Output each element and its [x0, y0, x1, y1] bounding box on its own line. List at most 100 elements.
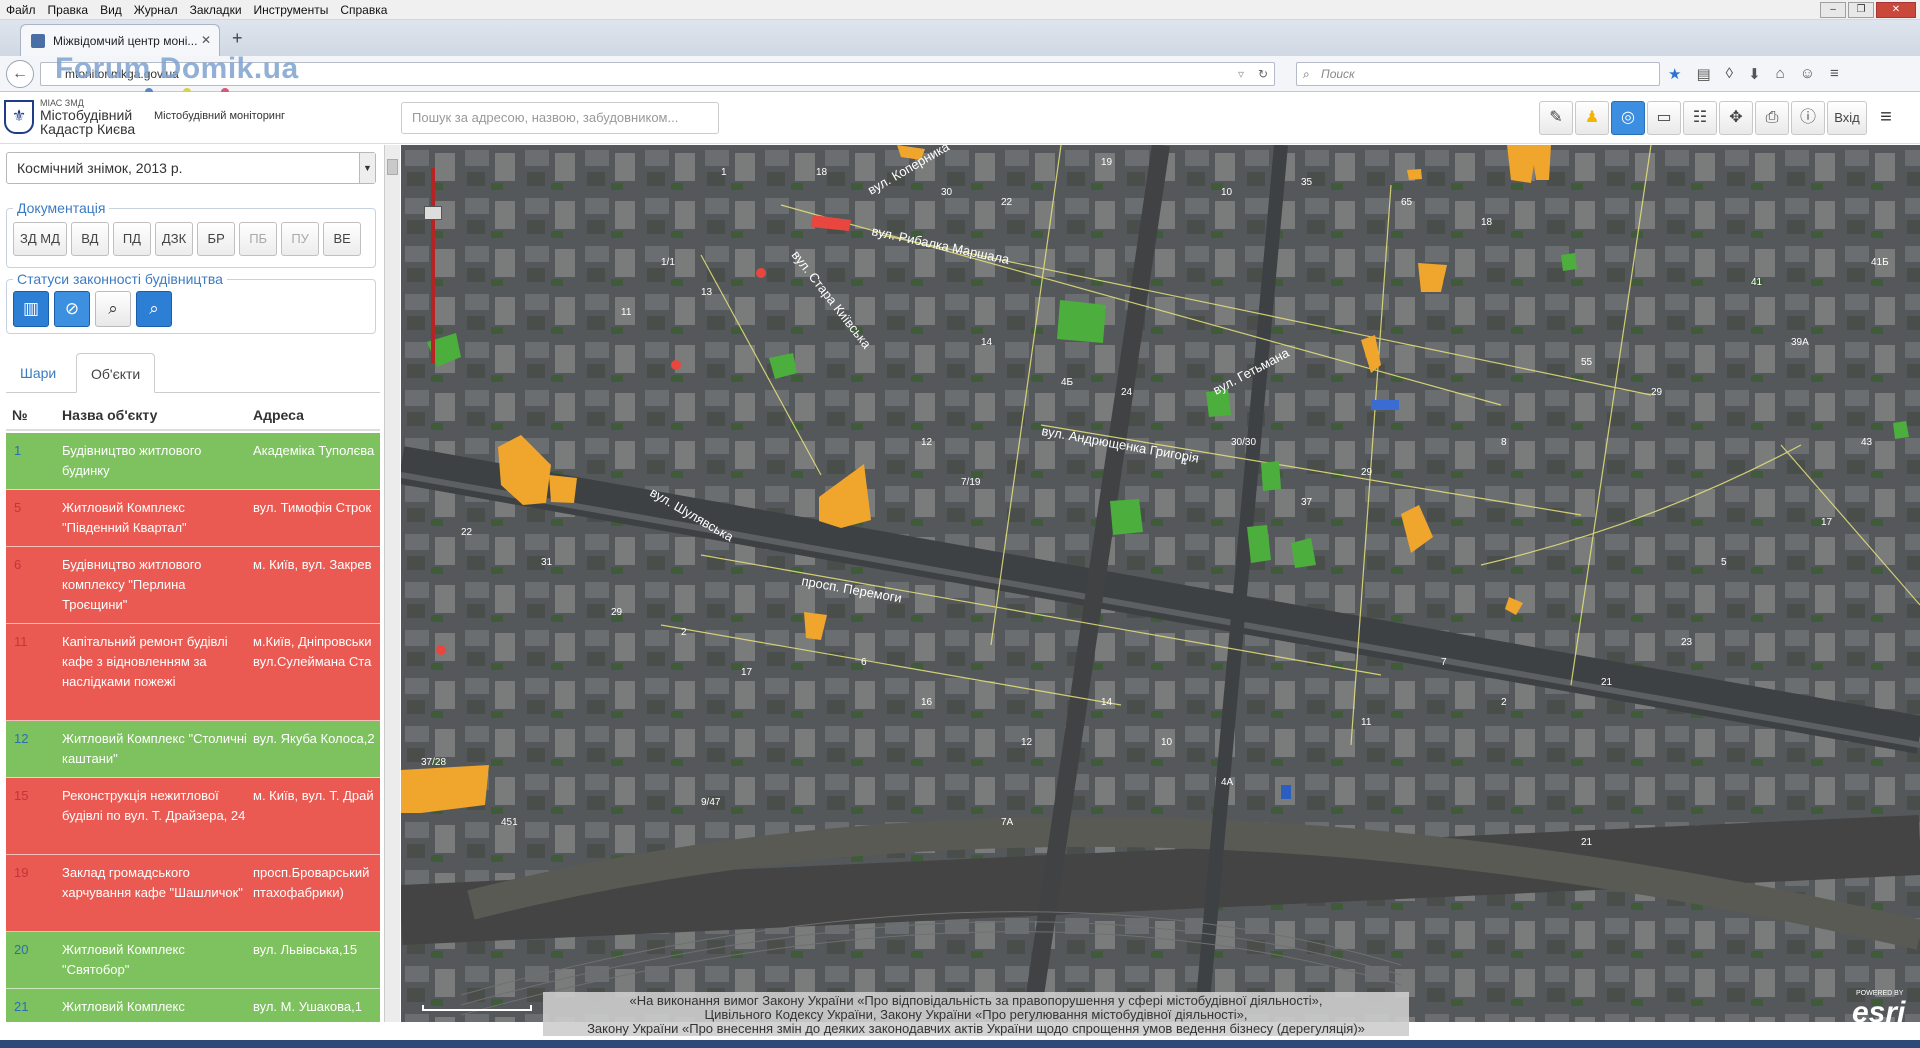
maximize-button[interactable]: ❐: [1848, 2, 1874, 18]
menu-file[interactable]: Файл: [6, 3, 36, 17]
row-number: 11: [14, 634, 28, 649]
tab-layers[interactable]: Шари: [6, 353, 70, 393]
row-address: вул. М. Ушакова,1: [253, 999, 362, 1014]
new-tab-button[interactable]: +: [232, 28, 243, 49]
tab-objects[interactable]: Об'єкти: [76, 353, 156, 393]
basemap-select-value: Космічний знімок, 2013 р.: [17, 160, 183, 176]
app-menu-icon[interactable]: ≡: [1869, 101, 1903, 135]
info-icon[interactable]: ⓘ: [1791, 101, 1825, 135]
table-row[interactable]: 19 Заклад громадського харчування кафе "…: [6, 855, 380, 932]
pocket-icon[interactable]: ◊: [1726, 65, 1733, 83]
svg-text:22: 22: [1001, 197, 1013, 208]
layers-icon[interactable]: ☷: [1683, 101, 1717, 135]
building-status-icon[interactable]: ▥: [13, 291, 49, 327]
browser-search-input[interactable]: ⌕ Поиск: [1296, 62, 1660, 86]
svg-text:5: 5: [1721, 557, 1727, 568]
menu-view[interactable]: Вид: [100, 3, 122, 17]
svg-text:10: 10: [1221, 187, 1233, 198]
table-row[interactable]: 5 Житловий Комплекс "Південний Квартал" …: [6, 490, 380, 547]
close-window-button[interactable]: ✕: [1876, 2, 1916, 18]
svg-text:11: 11: [1361, 717, 1372, 728]
hamburger-menu-icon[interactable]: ≡: [1830, 65, 1839, 83]
zoom-slider[interactable]: [424, 168, 442, 363]
minimize-button[interactable]: –: [1820, 2, 1846, 18]
row-name: Будівництво житлового будинку: [62, 443, 202, 478]
extent-icon[interactable]: ✥: [1719, 101, 1753, 135]
row-name: Житловий Комплекс: [62, 999, 185, 1014]
col-name: Назва об'єкту: [62, 407, 158, 423]
table-row[interactable]: 21 Житловий Комплекс вул. М. Ушакова,1: [6, 989, 380, 1022]
menu-history[interactable]: Журнал: [134, 3, 178, 17]
svg-text:37/28: 37/28: [421, 757, 446, 768]
esri-wordmark: esri: [1852, 996, 1906, 1029]
no-permit-status-icon[interactable]: ⊘: [54, 291, 90, 327]
basemap-select[interactable]: Космічний знімок, 2013 р. ▼: [6, 152, 376, 184]
reading-list-icon[interactable]: ▤: [1696, 65, 1710, 83]
doc-ve-button[interactable]: ВЕ: [323, 222, 362, 256]
table-row[interactable]: 12 Житловий Комплекс "Столичні каштани" …: [6, 721, 380, 778]
objects-table-body: 1 Будівництво житлового будинку Академік…: [6, 433, 380, 1022]
url-dropdown-icon[interactable]: ▿: [1238, 63, 1244, 85]
doc-dzk-button[interactable]: ДЗК: [154, 222, 194, 256]
row-name: Будівництво житлового комплексу "Перлина…: [62, 557, 202, 612]
row-number: 19: [14, 865, 29, 880]
svg-text:16: 16: [921, 697, 933, 708]
edit-icon[interactable]: ✎: [1539, 101, 1573, 135]
doc-zd-md-button[interactable]: ЗД МД: [13, 222, 67, 256]
table-row[interactable]: 6 Будівництво житлового комплексу "Перли…: [6, 547, 380, 624]
row-name: Житловий Комплекс "Південний Квартал": [62, 500, 187, 535]
sidebar-scrollbar[interactable]: [384, 145, 400, 1022]
documentation-group: Документація ЗД МД ВД ПД ДЗК БР ПБ ПУ ВЕ: [6, 200, 376, 268]
close-tab-icon[interactable]: ✕: [201, 33, 211, 47]
zoom-search-status-icon[interactable]: ⌕: [136, 291, 172, 327]
menu-help[interactable]: Справка: [340, 3, 387, 17]
logo-subtitle: Містобудівний моніторинг: [154, 110, 286, 122]
bookmark-star-icon[interactable]: ★: [1668, 65, 1681, 83]
person-icon[interactable]: ♟: [1575, 101, 1609, 135]
svg-text:14: 14: [981, 337, 993, 348]
doc-pu-button[interactable]: ПУ: [281, 222, 320, 256]
reload-icon[interactable]: ↻: [1258, 63, 1268, 85]
map-view[interactable]: вул. Рибалка Маршала вул. Андрющенка Гри…: [401, 145, 1920, 1022]
doc-pb-button[interactable]: ПБ: [239, 222, 278, 256]
browser-menubar: Файл Правка Вид Журнал Закладки Инструме…: [0, 0, 1920, 20]
attribution-line1: «На виконання вимог Закону України «Про …: [629, 993, 1323, 1008]
doc-pd-button[interactable]: ПД: [112, 222, 151, 256]
esri-powered-by: POWERED BY: [1856, 990, 1904, 997]
sidebar-tabs: Шари Об'єкти: [6, 353, 380, 393]
table-row[interactable]: 11 Капітальний ремонт будівлі кафе з від…: [6, 624, 380, 721]
home-icon[interactable]: ⌂: [1776, 65, 1785, 83]
chat-icon[interactable]: ☺: [1800, 65, 1815, 83]
compass-icon[interactable]: ◎: [1611, 101, 1645, 135]
login-button[interactable]: Вхід: [1827, 101, 1867, 135]
scrollbar-thumb[interactable]: [387, 159, 398, 175]
menu-bookmarks[interactable]: Закладки: [190, 3, 242, 17]
svg-text:2: 2: [1501, 697, 1507, 708]
ruler-icon[interactable]: ▭: [1647, 101, 1681, 135]
svg-text:8: 8: [1501, 437, 1507, 448]
zoom-handle[interactable]: [424, 206, 442, 220]
zoom-track[interactable]: [431, 168, 435, 363]
svg-text:29: 29: [611, 607, 623, 618]
satellite-imagery: вул. Рибалка Маршала вул. Андрющенка Гри…: [401, 145, 1920, 1022]
chevron-down-icon[interactable]: ▼: [359, 153, 375, 183]
svg-text:1: 1: [721, 167, 727, 178]
address-search-input[interactable]: Пошук за адресою, назвою, забудовником..…: [401, 102, 719, 134]
table-row[interactable]: 1 Будівництво житлового будинку Академік…: [6, 433, 380, 490]
menu-edit[interactable]: Правка: [48, 3, 89, 17]
print-icon[interactable]: ⎙: [1755, 101, 1789, 135]
svg-text:30/30: 30/30: [1231, 437, 1256, 448]
search-status-icon[interactable]: ⌕: [95, 291, 131, 327]
svg-text:43: 43: [1861, 437, 1873, 448]
map-attribution: «На виконання вимог Закону України «Про …: [543, 992, 1409, 1036]
table-row[interactable]: 20 Житловий Комплекс "Святобор" вул. Льв…: [6, 932, 380, 989]
back-button[interactable]: ←: [6, 60, 34, 88]
doc-vd-button[interactable]: ВД: [70, 222, 109, 256]
download-icon[interactable]: ⬇: [1748, 65, 1761, 83]
svg-text:13: 13: [701, 287, 713, 298]
doc-br-button[interactable]: БР: [197, 222, 236, 256]
browser-search-placeholder: Поиск: [1321, 67, 1355, 81]
svg-text:21: 21: [1581, 837, 1593, 848]
menu-tools[interactable]: Инструменты: [254, 3, 329, 17]
table-row[interactable]: 15 Реконструкція нежитлової будівлі по в…: [6, 778, 380, 855]
